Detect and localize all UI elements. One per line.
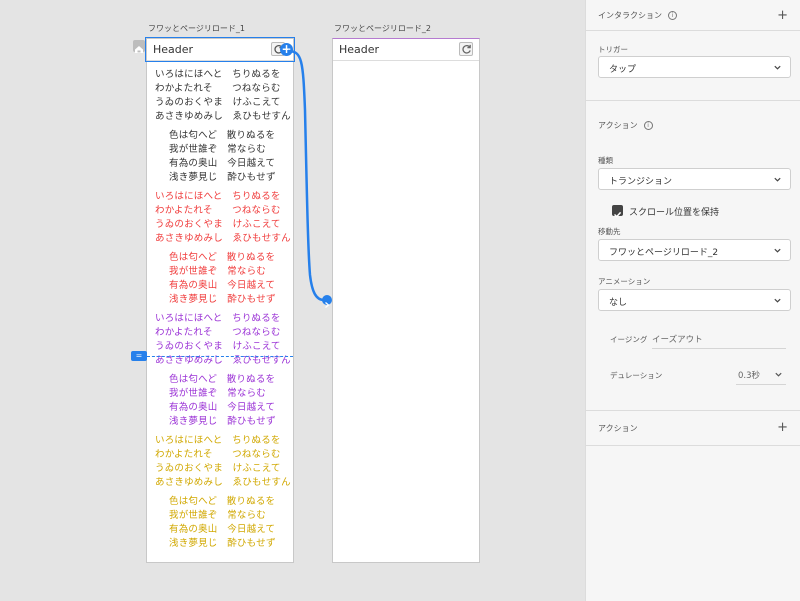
add-action-button[interactable]: + (777, 421, 788, 434)
artboard-title-2[interactable]: フワッとページリロード_2 (334, 23, 431, 34)
chevron-down-icon (774, 248, 781, 253)
animation-label: アニメーション (598, 277, 651, 286)
add-interaction-button[interactable]: + (777, 9, 788, 22)
action-heading-text: アクション (598, 121, 638, 130)
interaction-heading-text: インタラクション (598, 11, 662, 20)
info-icon[interactable]: i (643, 121, 653, 130)
trigger-dropdown[interactable]: タップ (598, 56, 791, 78)
duration-value[interactable]: 0.3秒 (738, 369, 760, 381)
chevron-down-icon (774, 65, 781, 70)
divider (586, 100, 800, 101)
reload-icon (462, 44, 471, 54)
artboard-2-header[interactable]: Header (333, 39, 479, 61)
trigger-label: トリガー (598, 45, 628, 54)
easing-label: イージング (610, 335, 648, 344)
destination-label: 移動先 (598, 227, 621, 236)
trigger-value: タップ (609, 65, 637, 75)
type-label: 種類 (598, 156, 613, 165)
animation-dropdown[interactable]: なし (598, 289, 791, 311)
design-canvas[interactable]: フワッとページリロード_1 Header いろはにほへと ちりぬるを わかよたれそ… (0, 0, 585, 601)
divider (586, 30, 800, 31)
property-inspector: インタラクション i + トリガー タップ アクション i 種類 トランジション ス… (585, 0, 800, 601)
easing-dropdown[interactable]: イーズアウト (652, 333, 703, 345)
interaction-wire[interactable] (0, 0, 585, 601)
checkmark-icon (613, 211, 622, 218)
divider (586, 445, 800, 446)
duration-label: デュレーション (610, 371, 663, 380)
chevron-down-icon (774, 177, 781, 182)
preserve-scroll-checkbox[interactable] (612, 205, 623, 218)
type-dropdown[interactable]: トランジション (598, 168, 791, 190)
chevron-down-icon[interactable] (774, 370, 783, 379)
info-icon[interactable]: i (668, 11, 677, 20)
duration-underline (736, 384, 786, 385)
destination-value: フワッとページリロード_2 (609, 248, 719, 258)
action-heading: アクション i (598, 120, 653, 131)
preserve-scroll-label[interactable]: スクロール位置を保持 (629, 205, 719, 218)
divider (586, 410, 800, 411)
easing-underline (652, 348, 786, 349)
animation-value: なし (609, 298, 628, 308)
reload-button[interactable] (459, 42, 473, 56)
chevron-down-icon (774, 298, 781, 303)
type-value: トランジション (609, 177, 673, 187)
artboard-2[interactable]: Header (332, 38, 480, 563)
interaction-heading: インタラクション i (598, 10, 677, 21)
destination-dropdown[interactable]: フワッとページリロード_2 (598, 239, 791, 261)
wire-target-arrow-icon[interactable] (322, 295, 332, 308)
header-label: Header (339, 43, 380, 56)
actions-footer-heading: アクション (598, 424, 638, 433)
